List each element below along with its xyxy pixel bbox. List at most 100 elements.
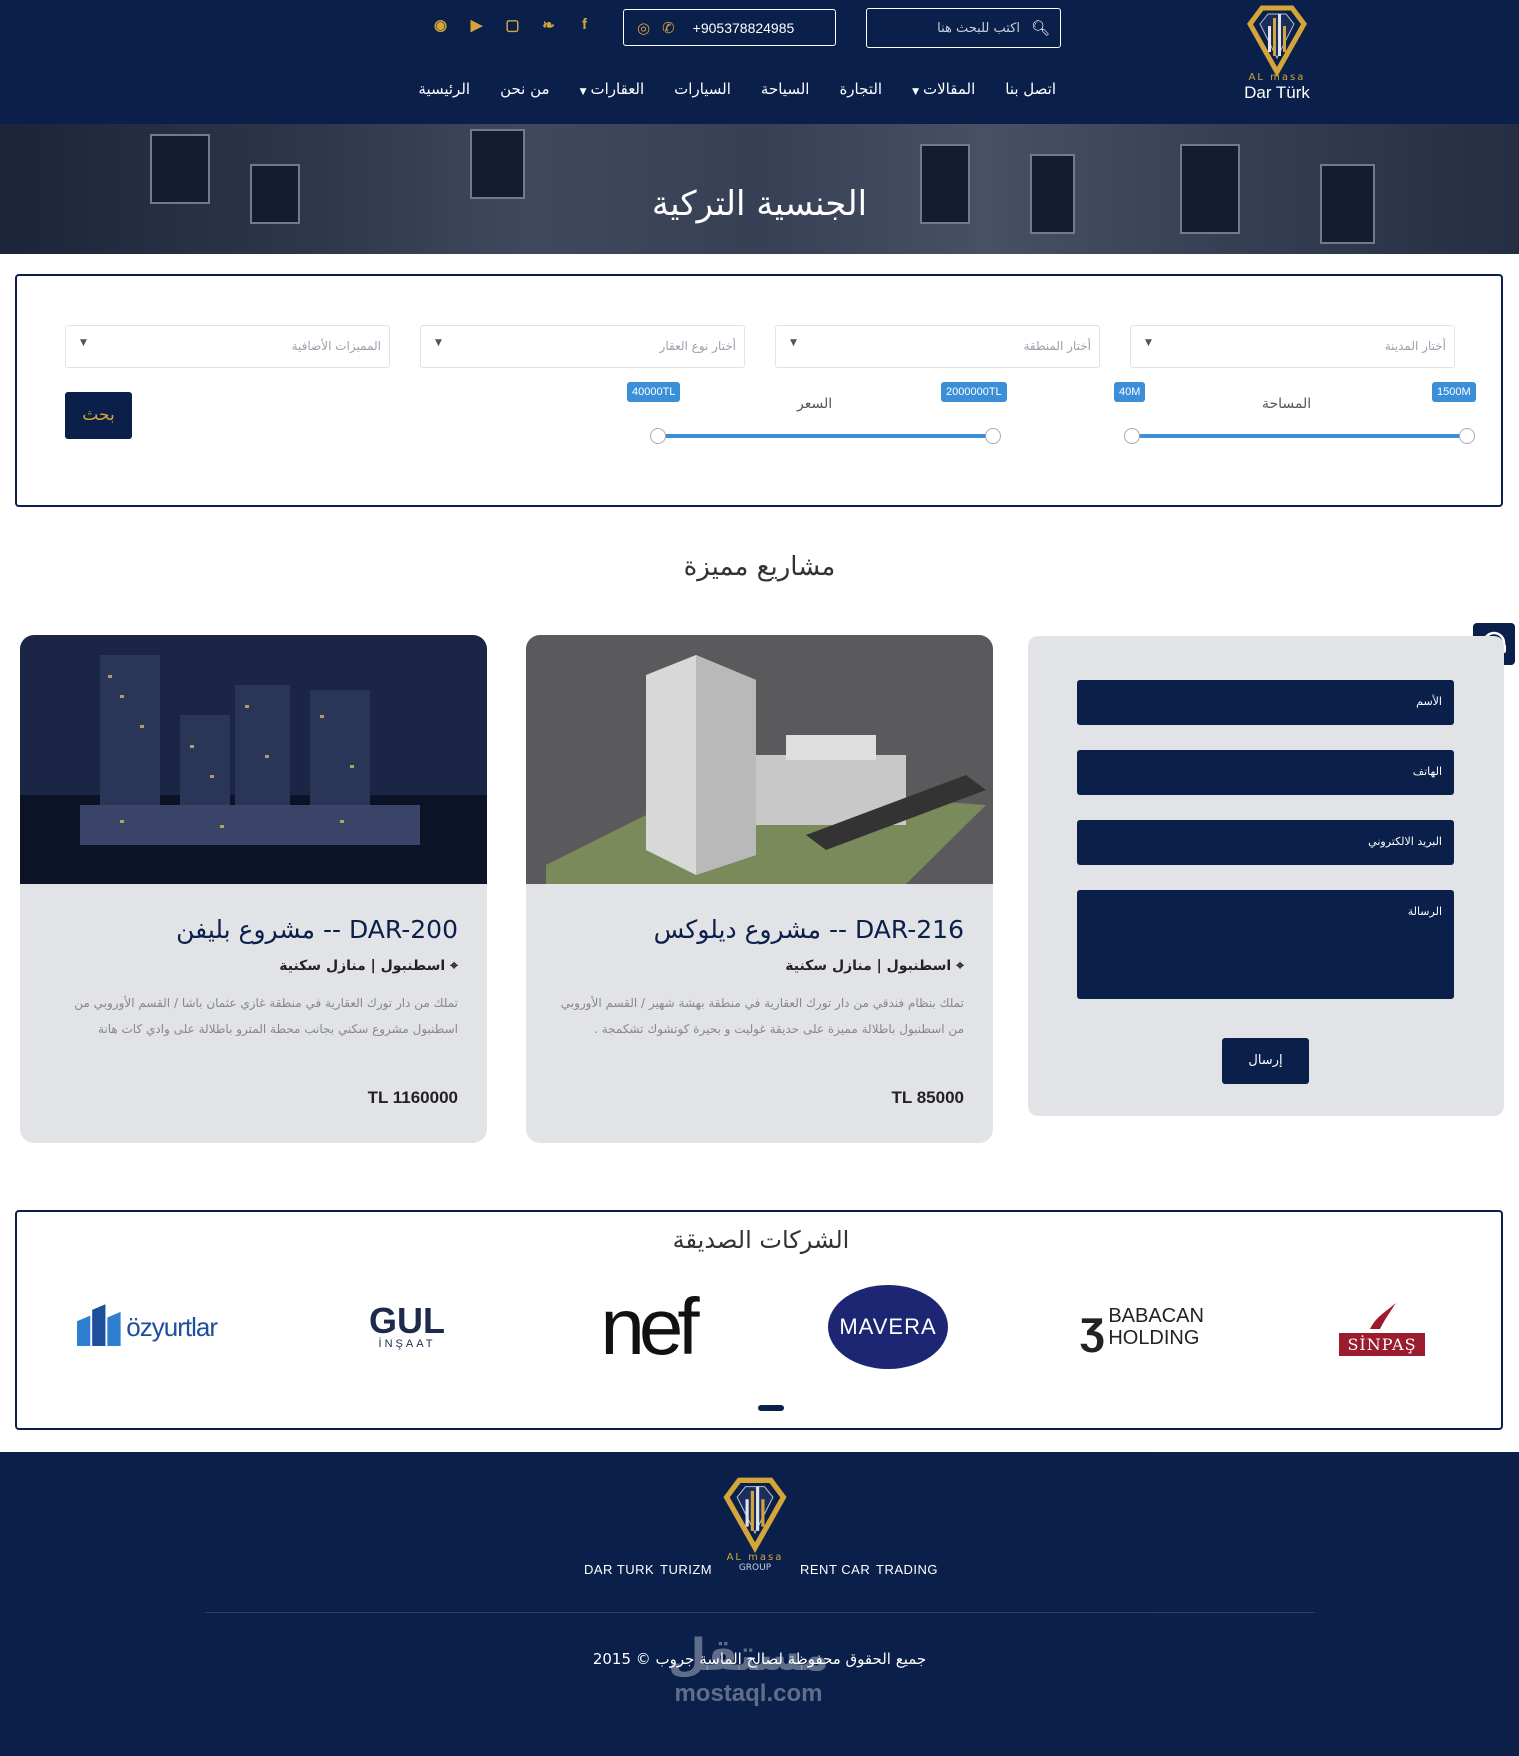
project-card[interactable]: DAR-216 -- مشروع ديلوكس ⌖ اسطنبول | مناز… xyxy=(526,635,993,1143)
footer-link-rentcar[interactable]: RENT CAR xyxy=(800,1562,870,1577)
property-search-filter: أختار المدينة ▼ أختار المنطقة ▼ أختار نو… xyxy=(15,274,1503,507)
footer-logo-group: GROUP xyxy=(738,1563,772,1573)
twitter-icon[interactable]: ❧ xyxy=(540,16,557,34)
nav-item-trade[interactable]: التجارة xyxy=(839,80,882,98)
nav-item-cars[interactable]: السيارات xyxy=(674,80,731,98)
partner-companies: الشركات الصديقة SİNPAŞ ʒ BABACAN HOLDING … xyxy=(15,1210,1503,1430)
nav-label: التجارة xyxy=(839,80,883,98)
nav-label: السيارات xyxy=(674,80,731,98)
whatsapp-icon[interactable]: ◎ xyxy=(637,19,650,37)
features-select-label: المميزات الأضافية xyxy=(291,339,381,353)
sinpas-bird-icon xyxy=(1370,1302,1396,1329)
project-description: تملك من دار تورك العقارية في منطقة غازي … xyxy=(74,996,458,1036)
property-type-select[interactable]: أختار نوع العقار ▼ xyxy=(420,325,745,368)
facebook-icon[interactable]: f xyxy=(576,16,593,34)
region-select-label: أختار المنطقة xyxy=(1023,339,1091,353)
nav-label: اتصل بنا xyxy=(1005,80,1056,98)
partner-logo-ozyurtlar[interactable]: özyurtlar xyxy=(77,1282,218,1372)
carousel-indicator[interactable] xyxy=(758,1405,784,1411)
footer-shade xyxy=(1150,1452,1519,1756)
partner-logo-sinpas[interactable]: SİNPAŞ xyxy=(1317,1282,1447,1372)
project-description: تملك بنظام فندقي من دار تورك العقارية في… xyxy=(560,996,964,1036)
main-nav: الرئيسية من نحن العقارات▼ السيارات السيا… xyxy=(418,80,1056,98)
name-field[interactable]: الأسم xyxy=(1077,680,1454,725)
price-slider[interactable] xyxy=(650,428,1001,444)
phone-field[interactable]: الهاتف xyxy=(1077,750,1454,795)
insaat-wordmark: İNŞAAT xyxy=(378,1338,436,1350)
sinpas-wordmark: SİNPAŞ xyxy=(1339,1332,1425,1356)
partners-title: الشركات الصديقة xyxy=(672,1226,850,1254)
price-slider-min-handle[interactable] xyxy=(650,428,666,444)
partner-logo-gul[interactable]: GUL İNŞAAT xyxy=(342,1282,472,1372)
message-field-placeholder: الرسالة xyxy=(1407,905,1442,918)
phone-number[interactable]: +905378824985 xyxy=(693,20,795,36)
phone-box[interactable]: ◎ ✆ +905378824985 xyxy=(623,9,836,46)
footer-divider xyxy=(205,1612,1315,1613)
partner-logo-mavera[interactable]: MAVERA xyxy=(823,1282,953,1372)
message-field[interactable]: الرسالة xyxy=(1077,890,1454,999)
nav-item-contact[interactable]: اتصل بنا xyxy=(1005,80,1056,98)
price-min-tag: 40000TL xyxy=(627,382,681,402)
ozyurtlar-wordmark: özyurtlar xyxy=(126,1311,218,1342)
phone-icon: ✆ xyxy=(662,18,675,37)
project-title[interactable]: DAR-200 -- مشروع بليفن xyxy=(176,915,458,944)
name-field-placeholder: الأسم xyxy=(1416,695,1442,708)
nav-item-articles[interactable]: المقالات ▼ xyxy=(912,80,975,98)
area-slider-min-handle[interactable] xyxy=(1124,428,1140,444)
nav-label: الرئيسية xyxy=(418,80,471,98)
search-button[interactable]: بحث xyxy=(65,392,132,439)
messenger-icon[interactable]: ◉ xyxy=(432,16,449,34)
city-select-label: أختار المدينة xyxy=(1384,339,1446,353)
gul-wordmark: GUL xyxy=(369,1300,445,1341)
nav-item-realestate[interactable]: العقارات▼ xyxy=(580,80,645,98)
features-select[interactable]: المميزات الأضافية ▼ xyxy=(65,325,390,368)
site-footer: AL masa GROUP DAR TURK TURIZM RENT CAR T… xyxy=(0,1452,1519,1756)
nav-label: المقالات xyxy=(923,80,976,98)
site-logo[interactable]: AL masa Dar Türk xyxy=(1225,2,1329,120)
header-search[interactable]: 🔍︎ xyxy=(866,8,1061,48)
diamond-logo-icon xyxy=(723,1477,787,1554)
project-location-text: اسطنبول | منازل سكنية xyxy=(785,958,952,974)
project-card[interactable]: DAR-200 -- مشروع بليفن ⌖ اسطنبول | منازل… xyxy=(20,635,487,1143)
footer-shade xyxy=(960,1452,1150,1756)
brand-name: Dar Türk xyxy=(1244,83,1310,102)
youtube-icon[interactable]: ▶ xyxy=(468,16,485,34)
search-icon[interactable]: 🔍︎ xyxy=(1031,19,1050,37)
map-pin-icon: ⌖ xyxy=(956,958,964,974)
property-type-label: أختار نوع العقار xyxy=(659,339,736,353)
price-slider-label: السعر xyxy=(797,396,833,412)
nef-wordmark: nef xyxy=(600,1282,699,1371)
instagram-icon[interactable]: ▢ xyxy=(504,16,521,34)
project-image xyxy=(20,635,487,884)
price-slider-max-handle[interactable] xyxy=(985,428,1001,444)
page-title: الجنسية التركية xyxy=(651,184,868,224)
phone-field-placeholder: الهاتف xyxy=(1412,765,1442,778)
city-select[interactable]: أختار المدينة ▼ xyxy=(1130,325,1455,368)
chevron-down-icon: ▼ xyxy=(1145,338,1152,348)
diamond-logo-icon xyxy=(1247,5,1307,78)
nav-item-about[interactable]: من نحن xyxy=(500,80,550,98)
nav-item-tourism[interactable]: السياحة xyxy=(761,80,810,98)
area-slider[interactable] xyxy=(1124,428,1475,444)
footer-link-trading[interactable]: TRADING xyxy=(876,1562,938,1577)
footer-link-darturk[interactable]: DAR TURK xyxy=(584,1562,654,1577)
project-title[interactable]: DAR-216 -- مشروع ديلوكس xyxy=(654,915,964,944)
area-max-tag: 1500M xyxy=(1432,382,1476,402)
nav-item-home[interactable]: الرئيسية xyxy=(418,80,470,98)
area-slider-label: المساحة xyxy=(1262,396,1312,412)
region-select[interactable]: أختار المنطقة ▼ xyxy=(775,325,1100,368)
footer-logo[interactable]: AL masa GROUP xyxy=(712,1474,798,1573)
chevron-down-icon: ▼ xyxy=(790,338,797,348)
partner-logo-nef[interactable]: nef xyxy=(577,1282,717,1372)
nav-label: من نحن xyxy=(500,80,550,98)
footer-link-turizm[interactable]: TURIZM xyxy=(660,1562,712,1577)
partner-logo-babacan[interactable]: ʒ BABACAN HOLDING xyxy=(1067,1282,1217,1372)
area-slider-max-handle[interactable] xyxy=(1459,428,1475,444)
send-button[interactable]: إرسال xyxy=(1222,1038,1309,1084)
brand-small-text: AL masa xyxy=(1248,72,1306,83)
project-location-text: اسطنبول | منازل سكنية xyxy=(279,958,446,974)
babacan-b-icon: ʒ xyxy=(1080,1301,1105,1353)
babacan-word: BABACAN xyxy=(1108,1305,1204,1327)
email-field[interactable]: البريد الالكتروني xyxy=(1077,820,1454,865)
hero-banner: الجنسية التركية xyxy=(0,124,1519,254)
